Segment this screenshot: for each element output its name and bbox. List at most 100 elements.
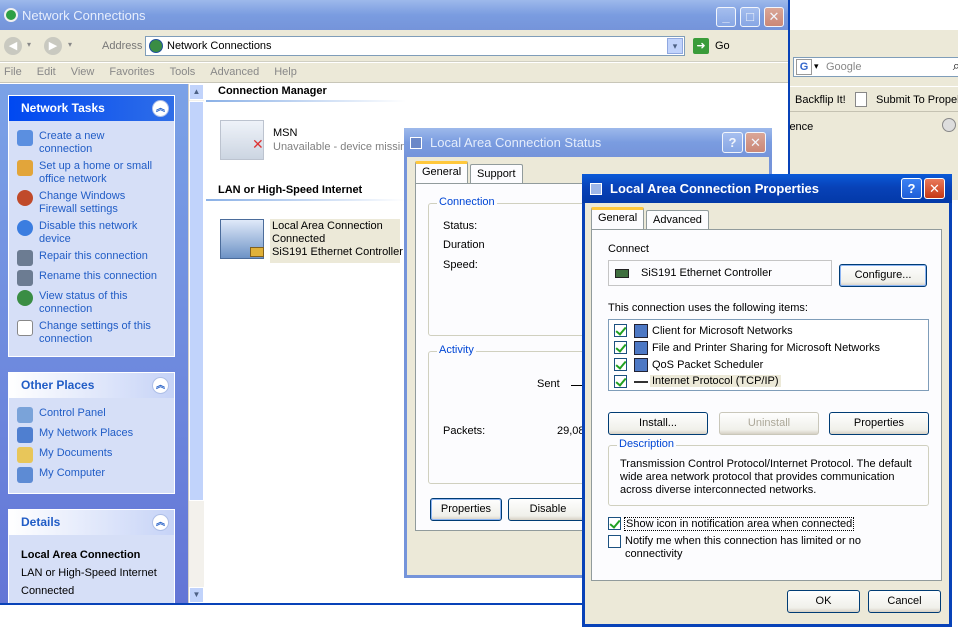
place-my-computer[interactable]: My Computer [17,467,105,483]
menu-favorites[interactable]: Favorites [109,66,154,78]
address-input[interactable]: Network Connections ▾ [145,36,685,56]
packets-label: Packets: [443,425,486,437]
tab-label: Advanced [653,214,702,226]
google-search-box[interactable]: G ▾ Google ⌕ [793,57,958,77]
menu-help[interactable]: Help [274,66,297,78]
disable-button[interactable]: Disable [508,498,588,521]
tab-general[interactable]: General [415,161,469,183]
task-label: View status of this connection [39,290,128,315]
status-label: Status: [443,220,478,232]
menu-advanced[interactable]: Advanced [210,66,259,78]
show-icon-option[interactable]: Show icon in notification area when conn… [608,516,928,532]
home-network-icon [17,160,33,176]
radio-icon [942,118,956,132]
ok-button[interactable]: OK [787,590,860,613]
status-properties-button[interactable]: Properties [430,498,502,521]
task-repair[interactable]: Repair this connection [17,250,148,266]
network-folder-icon [4,8,18,22]
section-divider [206,100,406,102]
button-label: OK [815,595,832,607]
status-title-bar[interactable]: Local Area Connection Status ? ✕ [404,128,772,157]
item-checkbox[interactable] [614,375,627,388]
list-item-selected[interactable]: Internet Protocol (TCP/IP) [614,374,914,390]
forward-dropdown-icon[interactable]: ▾ [68,40,72,49]
task-view-status[interactable]: View status of this connection [17,290,139,316]
list-item[interactable]: Client for Microsoft Networks [614,323,914,339]
properties-title-bar[interactable]: Local Area Connection Properties ? ✕ [582,174,952,203]
properties-close-button[interactable]: ✕ [924,178,945,199]
close-button[interactable]: ✕ [764,7,784,27]
item-properties-button[interactable]: Properties [829,412,929,435]
status-close-button[interactable]: ✕ [745,132,766,153]
lan-connection[interactable]: Local Area Connection Connected SiS191 E… [220,217,405,265]
components-list[interactable]: Client for Microsoft Networks File and P… [608,319,929,391]
menu-edit[interactable]: Edit [37,66,56,78]
collapse-chevron-icon[interactable]: ︽ [152,377,169,394]
duration-label: Duration [443,239,485,251]
task-rename[interactable]: Rename this connection [17,270,157,286]
protocol-icon [634,381,648,383]
link-backflip[interactable]: Backflip It! [795,94,846,106]
help-button[interactable]: ? [722,132,743,153]
menu-tools[interactable]: Tools [170,66,196,78]
menu-view[interactable]: View [71,66,95,78]
place-label: Control Panel [39,407,106,419]
help-button[interactable]: ? [901,178,922,199]
task-disable-device[interactable]: Disable this network device [17,220,149,246]
task-change-settings[interactable]: Change settings of this connection [17,320,159,346]
list-item[interactable]: File and Printer Sharing for Microsoft N… [614,340,914,356]
details-header[interactable]: Details ︽ [9,510,174,535]
minimize-button[interactable]: _ [716,7,736,27]
task-firewall[interactable]: Change Windows Firewall settings [17,190,149,216]
show-icon-checkbox[interactable] [608,517,621,530]
menu-file[interactable]: File [4,66,22,78]
cancel-button[interactable]: Cancel [868,590,941,613]
adapter-field: SiS191 Ethernet Controller [608,260,832,286]
notify-checkbox[interactable] [608,535,621,548]
task-home-network[interactable]: Set up a home or small office network [17,160,157,186]
scroll-down-icon[interactable]: ▼ [189,587,204,603]
back-icon[interactable]: ◀ [4,37,22,55]
details-type: LAN or High-Speed Internet [21,567,157,579]
link-submit[interactable]: Submit To Propell [876,94,958,106]
tab-support[interactable]: Support [470,164,523,184]
search-icon[interactable]: ⌕ [953,58,958,74]
collapse-chevron-icon[interactable]: ︽ [152,514,169,531]
explorer-title-bar[interactable]: Network Connections _ □ ✕ [0,0,788,30]
list-item[interactable]: QoS Packet Scheduler [614,357,914,373]
scroll-thumb[interactable] [189,101,204,501]
go-button-label[interactable]: Go [715,40,730,52]
scroll-up-icon[interactable]: ▲ [189,84,204,100]
tab-advanced[interactable]: Advanced [646,210,709,230]
item-checkbox[interactable] [614,324,627,337]
menu-bar: File Edit View Favorites Tools Advanced Help [0,63,788,83]
address-toolbar: ◀ ▾ ▶ ▾ Address Network Connections ▾ ➜ … [0,30,788,62]
configure-button[interactable]: Configure... [839,264,927,287]
maximize-button[interactable]: □ [740,7,760,27]
notify-option[interactable]: Notify me when this connection has limit… [608,533,928,563]
button-label: Properties [853,417,905,429]
msn-connection[interactable]: ✕ MSN Unavailable - device missing [220,118,412,166]
tab-general[interactable]: General [591,207,645,229]
install-button[interactable]: Install... [608,412,708,435]
task-label: Change Windows Firewall settings [39,190,126,215]
place-control-panel[interactable]: Control Panel [17,407,106,423]
task-create-connection[interactable]: Create a new connection [17,130,149,156]
details-title: Details [21,515,61,529]
msn-missing-icon: ✕ [252,136,264,152]
place-network-places[interactable]: My Network Places [17,427,133,443]
address-dropdown-icon[interactable]: ▾ [667,38,683,54]
place-my-documents[interactable]: My Documents [17,447,112,463]
network-tasks-panel: Network Tasks ︽ Create a new connection S… [8,95,175,357]
other-places-header[interactable]: Other Places ︽ [9,373,174,398]
item-checkbox[interactable] [614,358,627,371]
task-label: Set up a home or small office network [39,160,153,185]
network-tasks-header[interactable]: Network Tasks ︽ [9,96,174,121]
back-dropdown-icon[interactable]: ▾ [27,40,31,49]
address-value: Network Connections [167,40,272,52]
collapse-chevron-icon[interactable]: ︽ [152,100,169,117]
item-checkbox[interactable] [614,341,627,354]
task-pane-scrollbar[interactable]: ▲ ▼ [188,84,204,603]
forward-icon[interactable]: ▶ [44,37,62,55]
go-arrow-icon[interactable]: ➜ [693,38,709,54]
